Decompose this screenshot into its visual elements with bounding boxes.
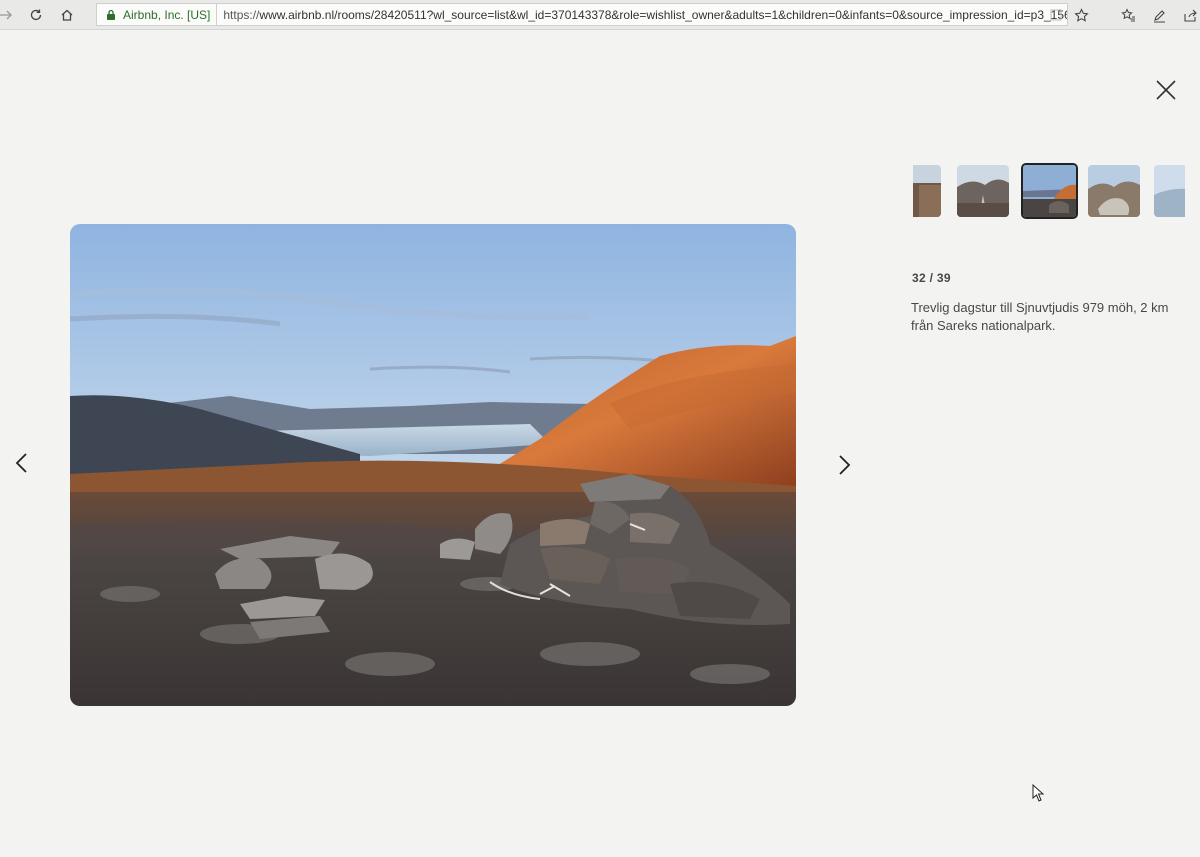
close-icon [1156,80,1176,100]
browser-toolbar: Airbnb, Inc. [US] https://www.airbnb.nl/… [0,0,1200,30]
chevron-right-icon [839,455,851,475]
url-text: https://www.airbnb.nl/rooms/28420511?wl_… [223,7,1067,22]
site-identity[interactable]: Airbnb, Inc. [US] [97,4,218,25]
thumbnail[interactable] [1154,165,1185,217]
thumbnail[interactable] [1088,165,1140,217]
lock-icon [107,9,115,20]
thumbnail-strip [913,163,1185,219]
mouse-cursor-icon [1032,784,1045,802]
next-photo-button[interactable] [835,453,853,477]
previous-photo-button[interactable] [13,451,31,475]
forward-icon[interactable] [0,5,16,25]
refresh-icon[interactable] [26,5,46,25]
main-photo [70,224,796,706]
share-icon[interactable] [1180,5,1200,25]
photo-caption: Trevlig dagstur till Sjnuvtjudis 979 möh… [911,300,1169,333]
chevron-left-icon [15,453,27,473]
pen-icon[interactable] [1149,5,1169,25]
thumbnail[interactable] [957,165,1009,217]
thumbnail[interactable] [913,165,941,217]
favorites-hub-icon[interactable] [1118,5,1138,25]
reading-view-icon[interactable] [1046,5,1066,25]
home-icon[interactable] [57,5,77,25]
close-button[interactable] [1154,78,1178,102]
favorite-star-icon[interactable] [1071,5,1091,25]
photo-counter: 32 / 39 [912,271,951,285]
thumbnail-active[interactable] [1021,163,1078,219]
address-bar[interactable]: Airbnb, Inc. [US] https://www.airbnb.nl/… [96,3,1068,26]
site-identity-label: Airbnb, Inc. [US] [123,7,211,22]
